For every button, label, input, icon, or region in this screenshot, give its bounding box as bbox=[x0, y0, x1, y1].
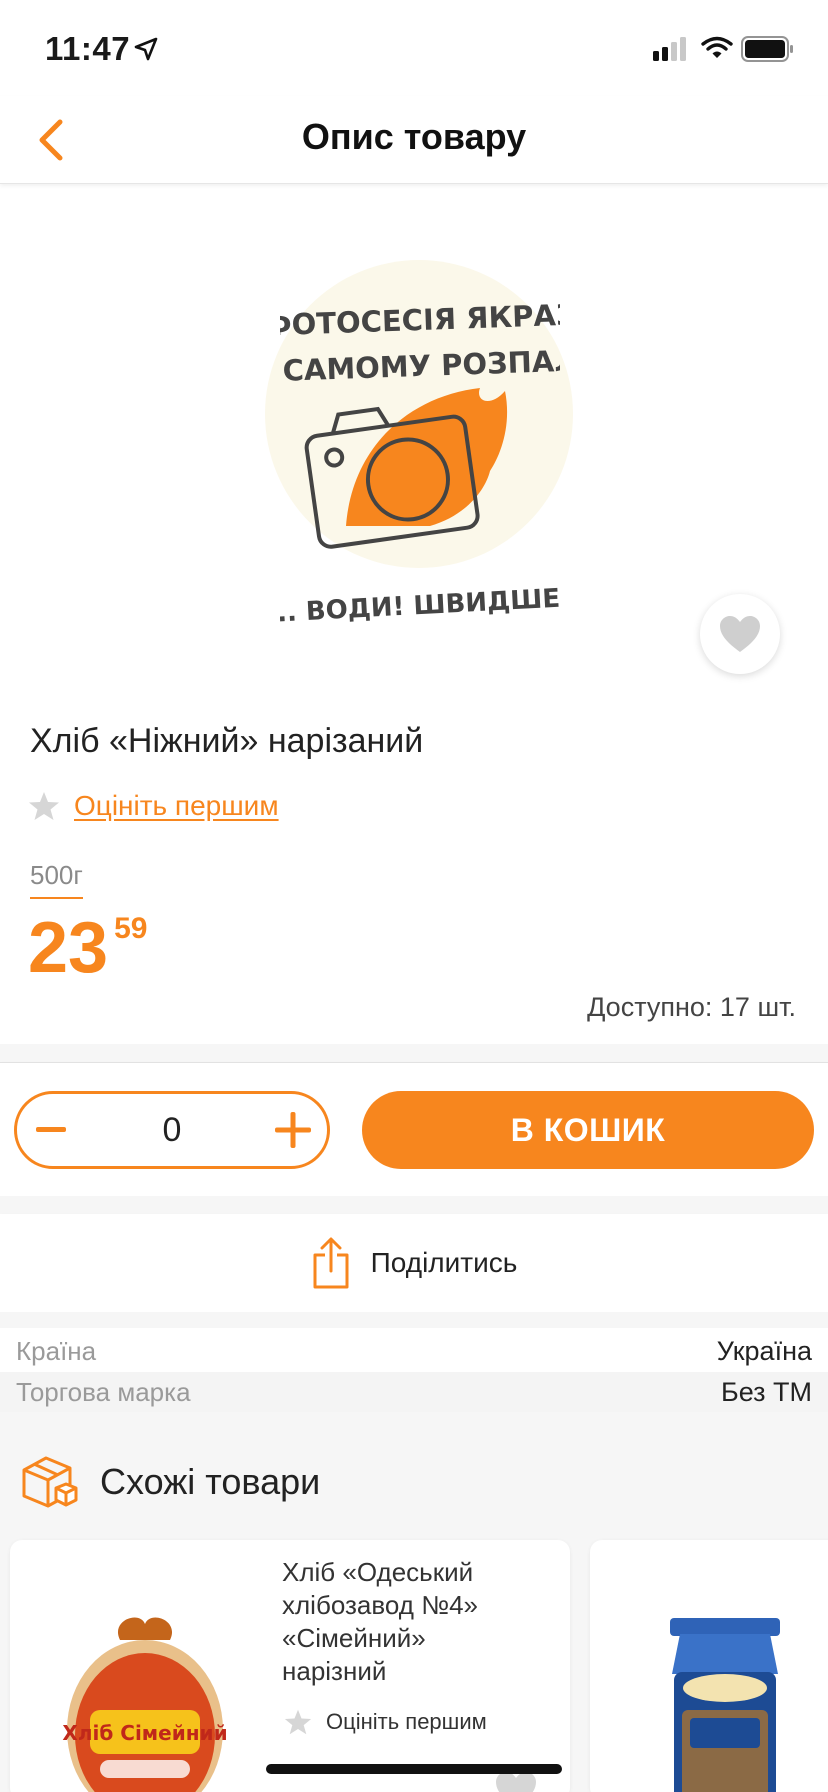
quantity-value[interactable]: 0 bbox=[163, 1111, 182, 1150]
product-price: 23 59 bbox=[28, 908, 147, 988]
page-title: Опис товару bbox=[301, 116, 527, 157]
share-label: Поділитись bbox=[370, 1247, 518, 1278]
divider bbox=[0, 1196, 828, 1214]
divider bbox=[0, 1312, 828, 1328]
decrease-quantity-button[interactable] bbox=[31, 1110, 71, 1150]
similar-products-header: Схожі товари bbox=[20, 1454, 320, 1510]
similar-product-name: Хліб «Одеський хлібозавод №4» «Сімейний»… bbox=[282, 1556, 552, 1688]
package-label: Хліб Сімейний bbox=[62, 1721, 227, 1745]
favorite-button[interactable] bbox=[700, 594, 780, 674]
placeholder-line-2: У САМОМУ РОЗПАЛІ bbox=[280, 343, 560, 389]
availability-text: Доступно: 17 шт. bbox=[587, 992, 796, 1022]
product-thumbnail bbox=[670, 1618, 780, 1792]
attribute-value: Україна bbox=[716, 1335, 812, 1366]
plus-icon bbox=[274, 1112, 311, 1148]
increase-quantity-button[interactable] bbox=[273, 1110, 313, 1150]
photo-placeholder-image: ФОТОСЕСІЯ ЯКРАЗ У САМОМУ РОЗПАЛІ ... ВОД… bbox=[280, 298, 560, 629]
price-main: 23 bbox=[28, 908, 109, 988]
minus-icon bbox=[36, 1127, 66, 1132]
share-icon bbox=[313, 1237, 349, 1289]
attribute-key: Країна bbox=[16, 1335, 97, 1366]
placeholder-line-1: ФОТОСЕСІЯ ЯКРАЗ bbox=[280, 298, 560, 343]
product-name: Хліб «Ніжний» нарізаний bbox=[30, 722, 424, 760]
heart-icon bbox=[720, 616, 760, 652]
similar-product-card[interactable]: Хліб Сімейний Хліб «Одеський хлібозавод … bbox=[10, 1540, 570, 1792]
similar-product-rating: Оцініть першим bbox=[284, 1708, 487, 1736]
navigation-bar: Опис товару bbox=[0, 96, 828, 184]
battery-icon bbox=[741, 36, 793, 62]
rate-first-link[interactable]: Оцініть першим bbox=[326, 1709, 487, 1735]
placeholder-line-3: ... ВОДИ! ШВИДШЕ! bbox=[280, 583, 560, 629]
attribute-row: Торгова марка Без ТМ bbox=[0, 1372, 828, 1414]
product-thumbnail: Хліб Сімейний bbox=[62, 1617, 228, 1792]
name-line: Хліб «Одеський bbox=[282, 1557, 474, 1587]
quantity-stepper: 0 bbox=[14, 1091, 330, 1169]
package-icon bbox=[22, 1456, 78, 1508]
attribute-key: Торгова марка bbox=[16, 1377, 191, 1407]
price-cents: 59 bbox=[114, 912, 148, 945]
similar-products-section: Схожі товари Хліб Сімейний Хліб «Одеськи… bbox=[0, 1412, 828, 1792]
rate-first-link[interactable]: Оцініть першим bbox=[74, 790, 279, 822]
attribute-row: Країна Україна bbox=[0, 1330, 828, 1372]
share-button[interactable]: Поділитись bbox=[0, 1214, 828, 1312]
attribute-value: Без ТМ bbox=[720, 1377, 812, 1407]
status-bar: 11:47 bbox=[0, 0, 828, 96]
star-icon bbox=[284, 1709, 312, 1735]
name-line: нарізний bbox=[282, 1656, 387, 1686]
similar-products-title: Схожі товари bbox=[100, 1461, 321, 1502]
name-line: «Сімейний» bbox=[282, 1623, 426, 1653]
home-indicator bbox=[266, 1764, 562, 1774]
divider bbox=[0, 1044, 828, 1062]
product-weight: 500г bbox=[30, 860, 83, 899]
name-line: хлібозавод №4» bbox=[282, 1590, 479, 1620]
similar-product-card[interactable] bbox=[590, 1540, 828, 1792]
star-icon bbox=[29, 792, 59, 820]
buy-section: 0 В КОШИК bbox=[0, 1062, 828, 1196]
wifi-icon bbox=[701, 36, 733, 58]
add-to-cart-button[interactable]: В КОШИК bbox=[362, 1091, 814, 1169]
location-arrow-icon bbox=[134, 37, 158, 61]
status-time: 11:47 bbox=[45, 30, 131, 67]
cellular-signal-icon bbox=[653, 37, 686, 61]
product-rating: Оцініть першим bbox=[28, 790, 279, 822]
